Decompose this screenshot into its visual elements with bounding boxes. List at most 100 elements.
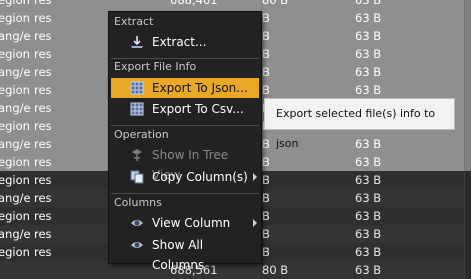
file-name-cell: egion — [0, 0, 30, 7]
copy-icon — [130, 170, 144, 184]
size-cell: B — [262, 245, 270, 259]
file-name-cell: egion — [0, 119, 30, 133]
compressed-size-cell: 63 B — [355, 173, 382, 187]
table-row[interactable]: egion res 688,461 80 B 63 B — [0, 0, 471, 9]
size-cell: B — [262, 227, 270, 241]
compressed-size-cell: 63 B — [355, 0, 382, 7]
file-type-cell: res — [34, 0, 52, 7]
menu-item-export-to-json[interactable]: Export To Json... — [111, 78, 259, 98]
context-menu: Extract Extract... Export File Info Expo… — [108, 11, 262, 272]
file-name-cell: egion — [0, 83, 30, 97]
menu-item-export-to-csv[interactable]: Export To Csv... — [111, 99, 259, 119]
compressed-size-cell: 63 B — [355, 137, 382, 151]
menu-separator — [111, 58, 259, 59]
scrollbar-track[interactable] — [464, 99, 471, 117]
file-type-cell: res — [34, 83, 52, 97]
file-type-cell: res — [34, 119, 52, 133]
compressed-size-cell: 63 B — [355, 209, 382, 223]
scrollbar-track[interactable] — [464, 189, 471, 207]
file-name-cell: ang/e — [0, 101, 31, 115]
compressed-size-cell: 63 B — [355, 245, 382, 259]
table-icon — [130, 81, 144, 95]
menu-item-show-all-columns[interactable]: Show All Columns — [111, 235, 259, 272]
compressed-size-cell: 63 B — [355, 11, 382, 25]
file-name-cell: ang/e — [0, 227, 31, 241]
menu-item-copy-columns[interactable]: Copy Column(s) — [111, 167, 259, 187]
size-cell: B — [262, 173, 270, 187]
scrollbar-track[interactable] — [464, 81, 471, 99]
scrollbar-track[interactable] — [464, 63, 471, 81]
compressed-size-cell: 63 B — [355, 227, 382, 241]
scrollbar-track[interactable] — [464, 135, 471, 153]
file-name-cell: ang/e — [0, 65, 31, 79]
compressed-size-cell: 63 B — [355, 263, 382, 277]
scrollbar-track[interactable] — [464, 27, 471, 45]
menu-separator — [111, 125, 259, 126]
file-type-cell: res — [34, 137, 52, 151]
file-name-cell: egion — [0, 11, 30, 25]
section-header-columns: Columns — [114, 196, 162, 209]
menu-separator — [111, 193, 259, 194]
menu-item-label: View Column — [152, 216, 231, 230]
size-cell: B — [262, 155, 270, 169]
file-name-cell: ang/e — [0, 29, 31, 43]
size-cell: B — [262, 83, 270, 97]
file-type-cell: res — [34, 101, 52, 115]
size-cell: B — [262, 209, 270, 223]
menu-item-view-column[interactable]: View Column — [111, 213, 259, 233]
scrollbar-track[interactable] — [464, 117, 471, 135]
eye-icon — [130, 238, 144, 252]
scrollbar-track[interactable] — [464, 171, 471, 189]
menu-item-label: Show All Columns — [152, 238, 205, 272]
compressed-size-cell: 63 B — [355, 83, 382, 97]
compressed-size-cell: 63 B — [355, 29, 382, 43]
file-type-cell: res — [34, 173, 52, 187]
file-name-cell: egion — [0, 155, 30, 169]
scrollbar-track[interactable] — [464, 207, 471, 225]
submenu-arrow-icon — [253, 219, 257, 227]
file-type-cell: res — [34, 155, 52, 169]
file-type-cell: res — [34, 191, 52, 205]
file-name-cell: ang/e — [0, 137, 31, 151]
size-cell: 80 B — [262, 0, 289, 7]
menu-item-label: Export To Json... — [152, 81, 248, 95]
menu-item-label: Copy Column(s) — [152, 170, 248, 184]
scrollbar-track[interactable] — [464, 45, 471, 63]
size-cell: B — [262, 29, 270, 43]
menu-item-label: Extract... — [152, 35, 207, 49]
extract-icon — [130, 35, 144, 49]
compressed-size-cell: 63 B — [355, 65, 382, 79]
scrollbar-track[interactable] — [464, 9, 471, 27]
compressed-size-cell: 63 B — [355, 191, 382, 205]
scrollbar-track[interactable] — [464, 153, 471, 171]
file-name-cell: egion — [0, 173, 30, 187]
tooltip: Export selected file(s) info to json — [264, 98, 455, 150]
file-type-cell: res — [34, 245, 52, 259]
file-type-cell: res — [34, 65, 52, 79]
compressed-size-cell: 63 B — [355, 47, 382, 61]
file-type-cell: res — [34, 11, 52, 25]
file-type-cell: res — [34, 29, 52, 43]
file-type-cell: res — [34, 209, 52, 223]
size-cell: B — [262, 191, 270, 205]
size-cell: B — [262, 11, 270, 25]
section-header-export-file-info: Export File Info — [114, 60, 197, 73]
size-cell: 80 B — [262, 263, 289, 277]
section-header-operation: Operation — [114, 128, 169, 141]
eye-icon — [130, 216, 144, 230]
menu-item-label: Export To Csv... — [152, 102, 244, 116]
file-type-cell: res — [34, 227, 52, 241]
menu-item-extract[interactable]: Extract... — [111, 32, 259, 52]
scrollbar-track[interactable] — [464, 243, 471, 261]
scrollbar-track[interactable] — [464, 225, 471, 243]
size-cell: B — [262, 65, 270, 79]
scrollbar-track[interactable] — [464, 0, 471, 9]
size-cell: B — [262, 47, 270, 61]
size-cell: B — [262, 137, 270, 151]
file-name-cell: ang/e — [0, 191, 31, 205]
file-name-cell: egion — [0, 47, 30, 61]
section-header-extract: Extract — [114, 15, 154, 28]
menu-item-show-in-tree-view[interactable]: Show In Tree View — [111, 145, 259, 182]
compressed-size-cell: 63 B — [355, 155, 382, 169]
scrollbar-track[interactable] — [464, 261, 471, 279]
